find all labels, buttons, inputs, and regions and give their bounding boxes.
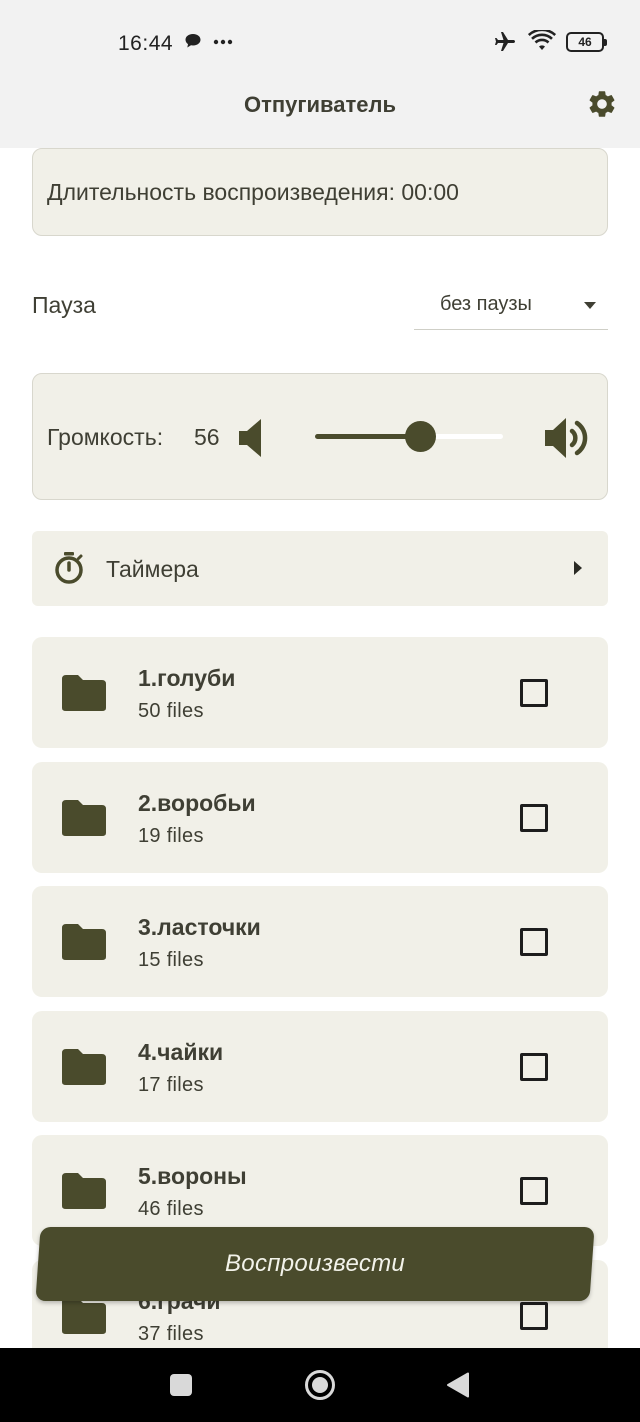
timers-expander[interactable]: Таймера — [32, 531, 608, 606]
play-button-label: Воспроизвести — [224, 1250, 406, 1277]
chat-bubble-icon — [185, 34, 201, 48]
battery-icon: 46 — [566, 32, 607, 52]
folder-name: 3.ласточки — [138, 914, 261, 940]
pause-dropdown[interactable]: без паузы — [414, 282, 608, 330]
folder-icon — [62, 924, 106, 960]
folder-name: 1.голуби — [138, 665, 236, 691]
folder-name: 5.вороны — [138, 1163, 247, 1189]
more-dots-icon — [213, 39, 233, 45]
timers-label: Таймера — [106, 556, 199, 582]
folder-file-count: 17 files — [138, 1073, 204, 1096]
pause-label: Пауза — [32, 292, 96, 318]
folder-icon — [62, 799, 106, 836]
folder-file-count: 15 files — [138, 949, 204, 971]
folder-checkbox[interactable] — [520, 928, 548, 956]
folder-item[interactable]: 3.ласточки 15 files — [32, 886, 608, 997]
pause-dropdown-value: без паузы — [440, 293, 532, 315]
wifi-icon — [528, 30, 556, 50]
folder-icon — [62, 1048, 106, 1085]
status-time: 16:44 — [118, 32, 174, 55]
home-icon[interactable] — [304, 1369, 336, 1401]
status-notification-icons — [184, 32, 234, 50]
recent-apps-icon[interactable] — [170, 1374, 192, 1396]
folder-name: 2.воробьи — [138, 789, 256, 816]
airplane-icon — [495, 32, 515, 51]
folder-file-count: 19 files — [138, 824, 204, 847]
folder-file-count: 50 files — [138, 700, 204, 722]
folder-icon — [62, 1173, 106, 1209]
folder-item[interactable]: 4.чайки 17 files — [32, 1010, 608, 1122]
timer-icon — [55, 552, 83, 584]
folder-checkbox[interactable] — [520, 803, 548, 832]
volume-value: 56 — [194, 424, 220, 450]
volume-card: Громкость: 56 — [32, 373, 608, 500]
navigation-bar — [0, 1348, 640, 1422]
pause-row: Пауза без паузы — [32, 282, 608, 330]
volume-slider-thumb[interactable] — [405, 421, 437, 452]
folder-checkbox[interactable] — [520, 679, 548, 707]
play-button[interactable]: Воспроизвести — [35, 1227, 595, 1301]
folder-file-count: 37 files — [138, 1322, 204, 1345]
gear-icon[interactable] — [586, 88, 618, 120]
volume-label: Громкость: — [47, 424, 164, 450]
folder-file-count: 46 files — [138, 1198, 204, 1220]
folder-icon — [62, 675, 106, 711]
app-bar: Отпугиватель — [0, 84, 640, 148]
folder-item[interactable]: 2.воробьи 19 files — [32, 761, 608, 873]
folder-checkbox[interactable] — [520, 1301, 548, 1330]
volume-down-icon[interactable] — [237, 416, 265, 460]
volume-up-icon[interactable] — [543, 414, 593, 462]
folder-checkbox[interactable] — [520, 1052, 548, 1081]
folder-icon — [62, 1297, 106, 1334]
chevron-down-icon — [584, 302, 596, 309]
folder-item[interactable]: 1.голуби 50 files — [32, 637, 608, 748]
status-bar: 16:44 46 — [0, 0, 640, 84]
chevron-right-icon — [574, 561, 582, 575]
back-icon[interactable] — [446, 1372, 470, 1398]
playback-duration-text: Длительность воспроизведения: 00:00 — [47, 179, 459, 205]
volume-slider[interactable] — [315, 418, 503, 454]
folder-name: 4.чайки — [138, 1038, 224, 1065]
folder-checkbox[interactable] — [520, 1177, 548, 1205]
playback-duration-card: Длительность воспроизведения: 00:00 — [32, 148, 608, 236]
status-system-icons: 46 — [492, 30, 607, 54]
app-title: Отпугиватель — [243, 92, 397, 117]
